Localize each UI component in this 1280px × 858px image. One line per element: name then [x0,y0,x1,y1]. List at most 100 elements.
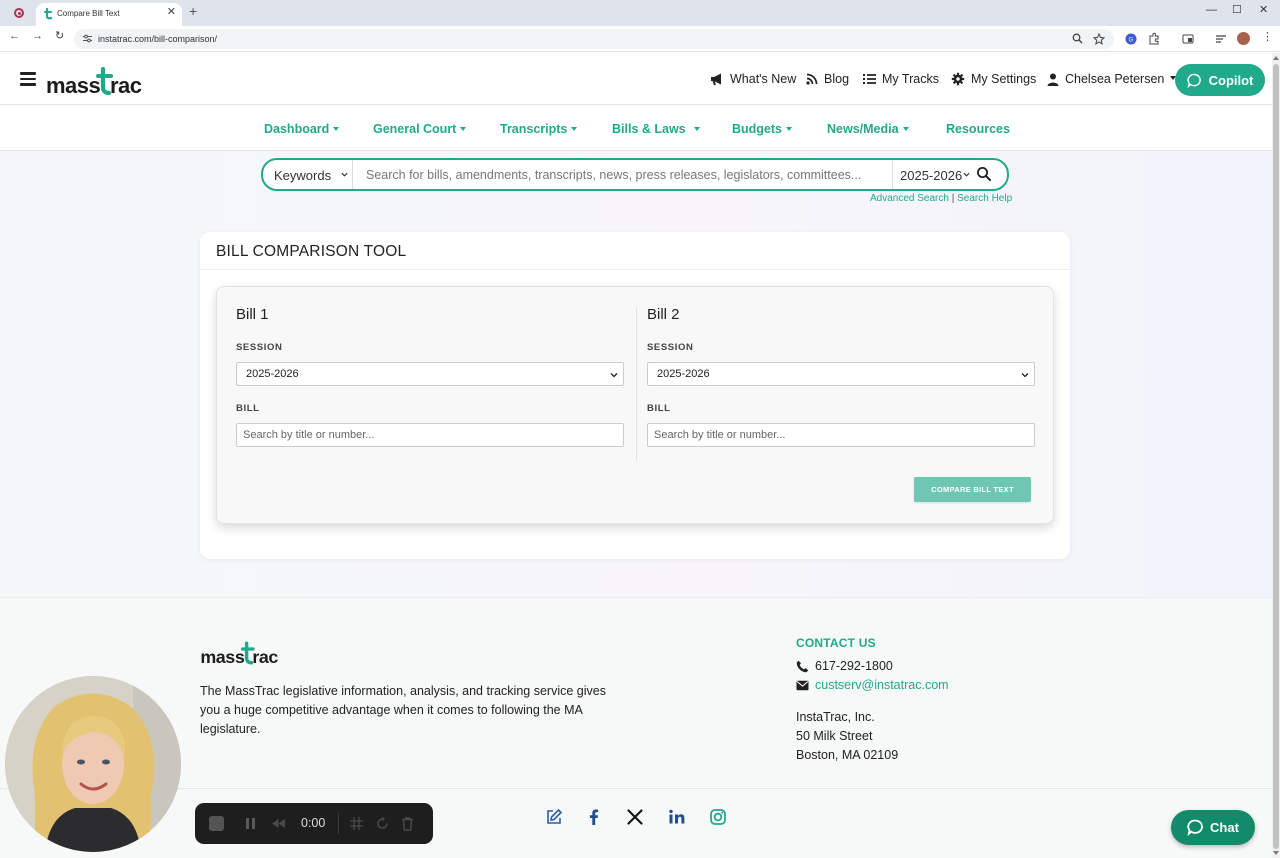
instagram-icon[interactable] [709,808,727,826]
chevron-down-icon [786,126,792,131]
window-close-icon[interactable]: ✕ [1259,5,1268,16]
bookmark-star-icon[interactable] [1093,33,1105,45]
title-divider [200,269,1070,270]
search-type-value: Keywords [274,168,332,183]
bill-1-search-input[interactable]: Search by title or number... [236,423,624,447]
header-link-my-tracks[interactable]: My Tracks [863,72,939,86]
search-help-link[interactable]: Search Help [957,193,1012,204]
page-scrollbar[interactable] [1272,53,1280,858]
recording-indicator-icon [14,8,24,18]
bill-comparison-card: BILL COMPARISON TOOL Bill 1 SESSION 2025… [200,232,1070,559]
site-footer: mass rac The MassTrac legislative inform… [0,597,1272,858]
facebook-icon[interactable] [585,808,603,826]
address-line: InstaTrac, Inc. [796,710,875,724]
header-link-whats-new[interactable]: What's New [710,72,796,86]
chat-label: Chat [1210,820,1239,835]
bill-1-bill-label: BILL [236,403,260,414]
user-menu[interactable]: Chelsea Petersen [1047,72,1177,86]
pause-icon[interactable] [243,816,258,831]
browser-tab[interactable]: Compare Bill Text ✕ [36,3,182,26]
restart-icon[interactable] [375,816,390,831]
extension-icon[interactable]: G [1124,32,1138,46]
nav-resources[interactable]: Resources [946,122,1010,136]
scroll-down-icon[interactable] [1273,851,1279,855]
envelope-icon [796,680,809,690]
header-link-blog[interactable]: Blog [806,72,849,86]
address-line: Boston, MA 02109 [796,748,899,762]
scroll-up-icon[interactable] [1273,56,1279,60]
list-icon [863,74,876,84]
phone-icon [796,660,809,672]
trash-icon[interactable] [400,816,415,831]
chevron-down-icon [1021,373,1029,378]
nav-transcripts[interactable]: Transcripts [500,122,578,136]
browser-tab-strip: Compare Bill Text ✕ + — ☐ ✕ [0,0,1280,26]
stop-recording-icon[interactable] [209,816,224,831]
zoom-icon[interactable] [1072,33,1083,44]
scrollbar-thumb[interactable] [1273,64,1279,849]
bill-1-session-select[interactable]: 2025-2026 [236,362,624,386]
search-type-select[interactable]: Keywords [263,160,353,189]
edit-icon[interactable] [545,808,563,826]
header-link-label: What's New [730,72,797,86]
reload-icon[interactable]: ↻ [55,31,64,42]
grid-icon[interactable] [349,816,364,831]
site-settings-icon[interactable] [83,34,92,43]
x-icon[interactable] [626,808,644,826]
page-title: BILL COMPARISON TOOL [216,243,407,260]
contact-phone[interactable]: 617-292-1800 [796,659,893,673]
puzzle-extensions-icon[interactable] [1147,32,1161,46]
copilot-button[interactable]: Copilot [1175,64,1265,96]
chat-button[interactable]: Chat [1171,810,1255,845]
forward-icon[interactable]: → [32,31,43,42]
gear-icon [951,72,965,86]
reading-list-icon[interactable] [1214,32,1228,46]
bill-2-search-input[interactable]: Search by title or number... [647,423,1035,447]
browser-menu-icon[interactable]: ⋮ [1262,32,1273,43]
megaphone-icon [711,73,721,86]
nav-news-media[interactable]: News/Media [827,122,909,136]
nav-label: Bills & Laws [612,122,686,136]
svg-text:rac: rac [110,73,142,97]
search-icon[interactable] [976,166,992,182]
bill-2-session-select[interactable]: 2025-2026 [647,362,1035,386]
presenter-video-image [5,676,181,852]
tab-title: Compare Bill Text [57,9,120,18]
hamburger-menu-icon[interactable] [20,72,36,86]
footer-masstrac-logo: mass rac [200,641,279,666]
masstrac-logo[interactable]: mass rac [46,65,156,97]
back-icon[interactable]: ← [9,31,20,42]
tab-close-icon[interactable]: ✕ [167,7,176,18]
header-link-my-settings[interactable]: My Settings [951,72,1036,86]
linkedin-icon[interactable] [668,808,686,826]
svg-text:rac: rac [252,647,278,666]
new-tab-icon[interactable]: + [189,4,197,18]
nav-dashboard[interactable]: Dashboard [264,122,340,136]
search-session-select[interactable]: 2025-2026 [892,160,974,189]
bill-1-heading: Bill 1 [236,306,269,323]
header-link-label: My Tracks [882,72,939,86]
contact-email[interactable]: custserv@instatrac.com [796,678,949,692]
rewind-icon[interactable] [271,816,286,831]
minimize-icon[interactable]: — [1206,5,1217,16]
profile-avatar[interactable] [1237,32,1250,45]
nav-budgets[interactable]: Budgets [732,122,792,136]
recording-timer: 0:00 [301,816,326,830]
bill-2-bill-label: BILL [647,403,671,414]
svg-text:mass: mass [46,73,101,97]
nav-bills-laws[interactable]: Bills & Laws [612,122,700,136]
search-session-value: 2025-2026 [900,168,963,183]
bill-2-session-value: 2025-2026 [657,368,710,380]
maximize-icon[interactable]: ☐ [1232,5,1242,16]
recording-toolbar: 0:00 [195,803,433,844]
address-line: 50 Milk Street [796,729,873,743]
url-box[interactable]: instatrac.com/bill-comparison/ [74,29,1114,49]
cast-icon[interactable] [1181,32,1195,46]
compare-bill-text-button[interactable]: COMPARE BILL TEXT [914,477,1031,502]
nav-general-court[interactable]: General Court [373,122,467,136]
toolbar-divider [338,813,339,834]
link-separator: | [951,193,955,204]
copilot-label: Copilot [1208,72,1254,88]
search-input[interactable]: Search for bills, amendments, transcript… [366,168,861,182]
advanced-search-link[interactable]: Advanced Search [870,193,949,204]
